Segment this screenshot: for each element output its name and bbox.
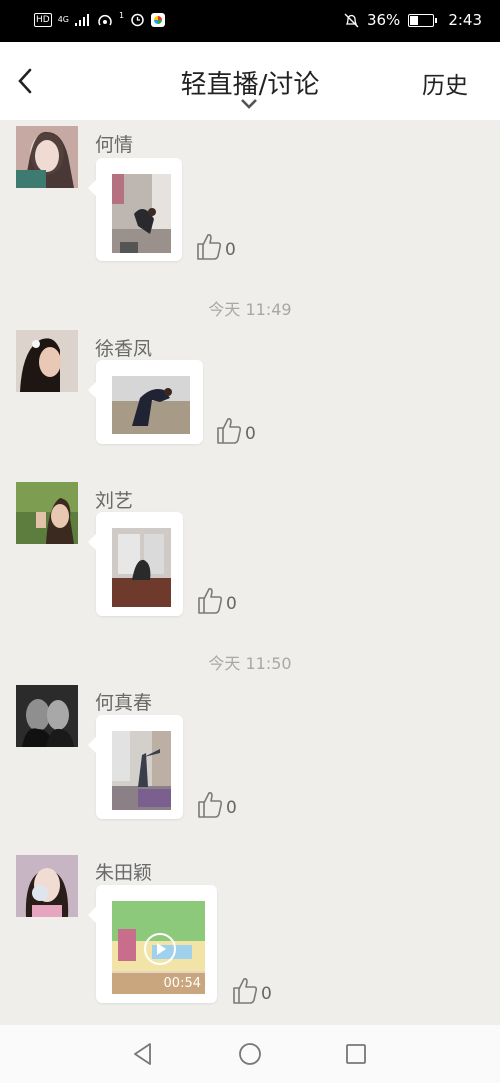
thumbs-up-icon <box>198 792 223 818</box>
like-button[interactable]: 0 <box>232 976 272 1004</box>
message-bubble[interactable] <box>88 715 183 819</box>
triangle-back-icon[interactable] <box>130 1041 156 1067</box>
avatar[interactable] <box>16 855 78 917</box>
like-button[interactable]: 0 <box>216 416 256 444</box>
video-duration: 00:54 <box>163 976 201 991</box>
like-count: 0 <box>261 984 272 1004</box>
mute-bell-icon <box>344 13 359 27</box>
video-thumbnail[interactable]: 00:54 <box>112 901 205 994</box>
author-name: 何真春 <box>95 692 153 714</box>
photo-thumbnail[interactable] <box>112 528 171 607</box>
avatar[interactable] <box>16 330 78 392</box>
thumbs-up-icon <box>198 588 223 614</box>
like-count: 0 <box>245 424 256 444</box>
message-bubble[interactable]: 00:54 <box>88 885 217 1003</box>
like-button[interactable]: 0 <box>197 586 237 614</box>
history-button[interactable]: 历史 <box>422 66 468 100</box>
author-name: 何情 <box>95 134 134 156</box>
message-bubble[interactable] <box>88 360 203 444</box>
square-recent-icon[interactable] <box>343 1041 369 1067</box>
play-icon[interactable] <box>144 933 176 965</box>
thumbs-up-icon <box>217 418 242 444</box>
thumbs-up-icon <box>233 978 258 1004</box>
photo-thumbnail[interactable] <box>112 174 171 253</box>
status-left: HD 4G 1 <box>34 11 166 27</box>
thumbs-up-icon <box>197 234 222 260</box>
like-count: 0 <box>226 798 237 818</box>
chevron-down-icon[interactable] <box>240 98 258 110</box>
like-button[interactable]: 0 <box>196 232 236 260</box>
clock: 2:43 <box>448 11 482 29</box>
message-bubble[interactable] <box>88 512 183 616</box>
battery-icon <box>408 13 438 27</box>
message-bubble[interactable] <box>88 158 182 261</box>
avatar[interactable] <box>16 126 78 188</box>
system-nav-bar <box>0 1025 500 1083</box>
like-count: 0 <box>225 240 236 260</box>
photo-thumbnail[interactable] <box>112 376 190 434</box>
network-type: 4G <box>57 15 69 24</box>
timestamp: 今天 11:49 <box>208 300 292 319</box>
timestamp: 今天 11:50 <box>208 654 292 673</box>
status-right: 36% 2:43 <box>344 11 482 29</box>
author-name: 刘艺 <box>95 490 134 512</box>
hotspot-icon <box>98 14 112 25</box>
author-name: 朱田颖 <box>95 862 153 884</box>
notification-count: 1 <box>119 11 125 20</box>
photo-thumbnail[interactable] <box>112 731 171 810</box>
hd-badge: HD <box>34 12 52 27</box>
header: 轻直播/讨论 历史 <box>0 42 500 120</box>
circle-home-icon[interactable] <box>237 1041 263 1067</box>
app-notification-icon <box>151 12 166 27</box>
signal-icon <box>75 13 89 26</box>
status-bar: HD 4G 1 36% 2:43 <box>0 0 500 42</box>
avatar[interactable] <box>16 482 78 544</box>
like-count: 0 <box>226 594 237 614</box>
author-name: 徐香凤 <box>95 338 153 360</box>
alarm-icon <box>131 13 144 27</box>
discussion-feed[interactable]: 何情 0 今天 11:49 徐香凤 0 刘艺 0 今天 11:50 何真春 0 … <box>0 120 500 1025</box>
like-button[interactable]: 0 <box>197 790 237 818</box>
battery-percent: 36% <box>366 11 401 29</box>
avatar[interactable] <box>16 685 78 747</box>
